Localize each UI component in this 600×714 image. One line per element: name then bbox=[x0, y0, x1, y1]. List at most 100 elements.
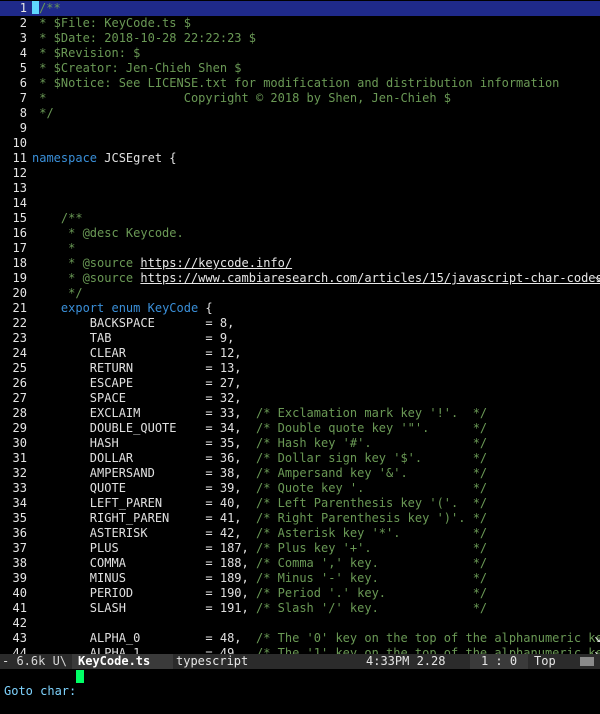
code-line[interactable]: 17 * bbox=[0, 241, 600, 256]
line-number: 40 bbox=[12, 586, 27, 600]
line-number: 33 bbox=[12, 481, 27, 495]
code-line[interactable]: 42 bbox=[0, 616, 600, 631]
code-line[interactable]: 44 ALPHA_1 = 49, /* The '1' key on the t… bbox=[0, 646, 600, 654]
line-number: 34 bbox=[12, 496, 27, 510]
code-line[interactable]: 10 bbox=[0, 136, 600, 151]
minibuffer-cursor bbox=[76, 670, 84, 683]
line-text: LEFT_PAREN = 40, /* Left Parenthesis key… bbox=[32, 496, 487, 511]
line-text: PERIOD = 190, /* Period '.' key. */ bbox=[32, 586, 487, 601]
code-token: PLUS = 187, bbox=[32, 541, 256, 555]
code-line[interactable]: 38 COMMA = 188, /* Comma ',' key. */ bbox=[0, 556, 600, 571]
code-line[interactable]: 23 TAB = 9, bbox=[0, 331, 600, 346]
line-text: * $File: KeyCode.ts $ bbox=[32, 16, 191, 31]
code-token: COMMA = 188, bbox=[32, 556, 256, 570]
code-line[interactable]: 34 LEFT_PAREN = 40, /* Left Parenthesis … bbox=[0, 496, 600, 511]
code-line[interactable]: 12 bbox=[0, 166, 600, 181]
line-number: 32 bbox=[12, 466, 27, 480]
code-line[interactable]: 36 ASTERISK = 42, /* Asterisk key '*'. *… bbox=[0, 526, 600, 541]
code-line[interactable]: 1 /** bbox=[0, 1, 600, 16]
line-text: COMMA = 188, /* Comma ',' key. */ bbox=[32, 556, 487, 571]
code-token: */ bbox=[32, 286, 83, 300]
line-text: /** bbox=[32, 1, 61, 16]
code-line[interactable]: 29 DOUBLE_QUOTE = 34, /* Double quote ke… bbox=[0, 421, 600, 436]
code-editor[interactable]: 1/** 2 * $File: KeyCode.ts $3 * $Date: 20… bbox=[0, 0, 600, 654]
code-line[interactable]: 5 * $Creator: Jen-Chieh Shen $ bbox=[0, 61, 600, 76]
code-token: export enum bbox=[60, 301, 141, 315]
code-line[interactable]: 28 EXCLAIM = 33, /* Exclamation mark key… bbox=[0, 406, 600, 421]
line-number: 16 bbox=[12, 226, 27, 240]
code-line[interactable]: 32 AMPERSAND = 38, /* Ampersand key '&'.… bbox=[0, 466, 600, 481]
code-token: ALPHA_1 = 49, bbox=[32, 646, 256, 654]
code-line[interactable]: 20 */ bbox=[0, 286, 600, 301]
code-line[interactable]: 7 * Copyright © 2018 by Shen, Jen-Chieh … bbox=[0, 91, 600, 106]
code-line[interactable]: 43 ALPHA_0 = 48, /* The '0' key on the t… bbox=[0, 631, 600, 646]
code-line[interactable]: 27 SPACE = 32, bbox=[0, 391, 600, 406]
code-line[interactable]: 13 bbox=[0, 181, 600, 196]
line-number: 38 bbox=[12, 556, 27, 570]
code-line[interactable]: 19 * @source https://www.cambiaresearch.… bbox=[0, 271, 600, 286]
code-line[interactable]: 16 * @desc Keycode. bbox=[0, 226, 600, 241]
code-line[interactable]: 3 * $Date: 2018-10-28 22:22:23 $ bbox=[0, 31, 600, 46]
line-number: 42 bbox=[12, 616, 27, 630]
code-token: SPACE = 32, bbox=[32, 391, 242, 405]
line-text: PLUS = 187, /* Plus key '+'. */ bbox=[32, 541, 487, 556]
code-line[interactable]: 9 bbox=[0, 121, 600, 136]
line-number: 35 bbox=[12, 511, 27, 525]
line-number: 17 bbox=[12, 241, 27, 255]
line-text: CLEAR = 12, bbox=[32, 346, 242, 361]
line-number: 3 bbox=[19, 31, 27, 45]
code-token: * @desc Keycode. bbox=[32, 226, 184, 240]
scroll-position: Top bbox=[534, 654, 556, 668]
line-number: 23 bbox=[12, 331, 27, 345]
code-line[interactable]: 37 PLUS = 187, /* Plus key '+'. */ bbox=[0, 541, 600, 556]
code-line[interactable]: 31 DOLLAR = 36, /* Dollar sign key '$'. … bbox=[0, 451, 600, 466]
code-token: MINUS = 189, bbox=[32, 571, 256, 585]
major-mode[interactable]: typescript bbox=[176, 654, 248, 669]
line-number: 30 bbox=[12, 436, 27, 450]
line-number: 1 bbox=[19, 1, 27, 15]
line-number: 37 bbox=[12, 541, 27, 555]
code-line[interactable]: 15 /** bbox=[0, 211, 600, 226]
code-line[interactable]: 40 PERIOD = 190, /* Period '.' key. */ bbox=[0, 586, 600, 601]
line-truncation-icon: ↘ bbox=[594, 646, 600, 654]
code-line[interactable]: 4 * $Revision: $ bbox=[0, 46, 600, 61]
code-line[interactable]: 24 CLEAR = 12, bbox=[0, 346, 600, 361]
code-token: /* Period '.' key. */ bbox=[255, 586, 488, 600]
line-text: * $Creator: Jen-Chieh Shen $ bbox=[32, 61, 241, 76]
url-link[interactable]: https://keycode.info/ bbox=[140, 256, 292, 270]
line-number: 36 bbox=[12, 526, 27, 540]
code-token: PERIOD = 190, bbox=[32, 586, 256, 600]
code-token: BACKSPACE = 8, bbox=[32, 316, 235, 330]
code-token: { bbox=[198, 301, 213, 315]
code-line[interactable]: 30 HASH = 35, /* Hash key '#'. */ bbox=[0, 436, 600, 451]
code-line[interactable]: 39 MINUS = 189, /* Minus '-' key. */ bbox=[0, 571, 600, 586]
minibuffer[interactable]: Goto char: bbox=[0, 669, 600, 698]
code-line[interactable]: 26 ESCAPE = 27, bbox=[0, 376, 600, 391]
code-token: JCSEgret { bbox=[97, 151, 177, 165]
code-line[interactable]: 35 RIGHT_PAREN = 41, /* Right Parenthesi… bbox=[0, 511, 600, 526]
code-line[interactable]: 41 SLASH = 191, /* Slash '/' key. */ bbox=[0, 601, 600, 616]
code-line[interactable]: 33 QUOTE = 39, /* Quote key '. */ bbox=[0, 481, 600, 496]
code-token: /* Double quote key '"'. */ bbox=[255, 421, 488, 435]
code-line[interactable]: 18 * @source https://keycode.info/ bbox=[0, 256, 600, 271]
code-line[interactable]: 21 export enum KeyCode { bbox=[0, 301, 600, 316]
line-text: /** bbox=[32, 211, 83, 226]
code-line[interactable]: 14 bbox=[0, 196, 600, 211]
code-line[interactable]: 11 namespace JCSEgret { bbox=[0, 151, 600, 166]
line-text: QUOTE = 39, /* Quote key '. */ bbox=[32, 481, 487, 496]
url-link[interactable]: https://www.cambiaresearch.com/articles/… bbox=[140, 271, 600, 285]
code-token: /* Exclamation mark key '!'. */ bbox=[255, 406, 488, 420]
code-line[interactable]: 22 BACKSPACE = 8, bbox=[0, 316, 600, 331]
code-token: * $File: KeyCode.ts $ bbox=[32, 16, 191, 30]
buffer-size: - 6.6k U\ bbox=[2, 654, 68, 668]
line-number: 8 bbox=[19, 106, 27, 120]
code-line[interactable]: 25 RETURN = 13, bbox=[0, 361, 600, 376]
code-line[interactable]: 2 * $File: KeyCode.ts $ bbox=[0, 16, 600, 31]
code-token: /* Comma ',' key. */ bbox=[255, 556, 488, 570]
code-line[interactable]: 6 * $Notice: See LICENSE.txt for modific… bbox=[0, 76, 600, 91]
code-token: /* Minus '-' key. */ bbox=[255, 571, 488, 585]
line-text: RIGHT_PAREN = 41, /* Right Parenthesis k… bbox=[32, 511, 487, 526]
buffer-filename[interactable]: KeyCode.ts bbox=[72, 654, 173, 669]
code-line[interactable]: 8 */ bbox=[0, 106, 600, 121]
line-text: ESCAPE = 27, bbox=[32, 376, 242, 391]
